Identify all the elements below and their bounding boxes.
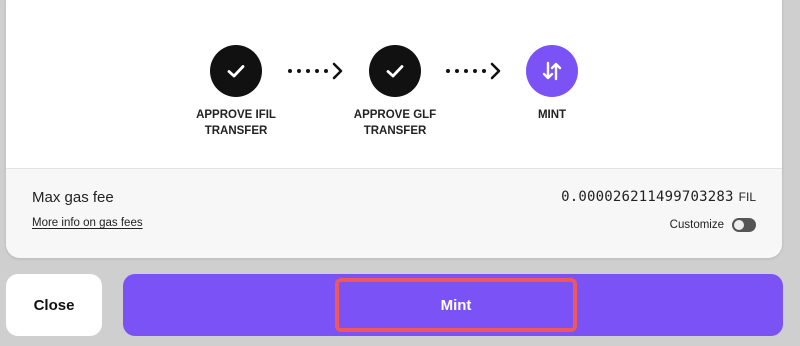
step-2-label: APPROVE GLF TRANSFER xyxy=(353,109,437,137)
toggle-knob xyxy=(734,220,744,230)
customize-label: Customize xyxy=(669,219,724,231)
step-1-label: APPROVE IFIL TRANSFER xyxy=(196,109,276,137)
gas-fee-title: Max gas fee xyxy=(32,189,114,206)
gas-fee-unit: FIL xyxy=(738,190,756,204)
check-icon xyxy=(386,65,404,78)
gas-fee-value: 0.000026211499703283 FIL xyxy=(561,189,756,205)
swap-arrows-icon xyxy=(542,61,562,81)
step-1-complete-circle xyxy=(210,45,262,97)
close-button[interactable]: Close xyxy=(6,274,102,336)
step-connector-arrow-icon xyxy=(444,61,504,81)
step-2-complete-circle xyxy=(369,45,421,97)
gas-fee-info-link[interactable]: More info on gas fees xyxy=(32,217,143,229)
customize-toggle[interactable] xyxy=(732,218,756,232)
customize-control: Customize xyxy=(670,218,756,232)
check-icon xyxy=(227,65,245,78)
gas-fee-amount: 0.000026211499703283 xyxy=(561,189,734,205)
step-3-current-circle xyxy=(526,45,578,97)
step-3-label: MINT xyxy=(537,109,567,121)
gas-fee-section: Max gas fee More info on gas fees 0.0000… xyxy=(6,169,782,258)
mint-button[interactable] xyxy=(123,274,783,336)
step-connector-arrow-icon xyxy=(286,61,346,81)
